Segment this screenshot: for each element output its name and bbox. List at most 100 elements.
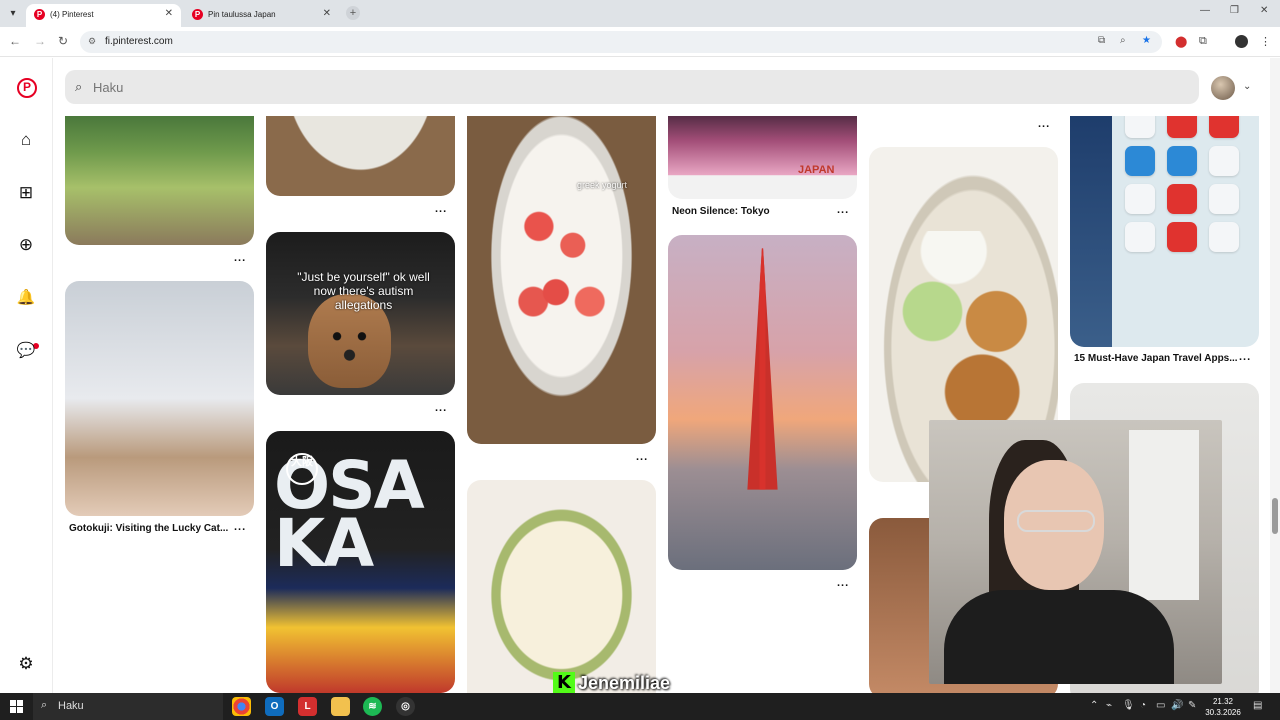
pin-more-button[interactable]: ... [1038,118,1050,130]
windows-taskbar: ⌕ Haku O L ≋ ◎ ⌃ ⌁ 🎙 ◔ ▭ 🔊 ✎ 21.32 30.3.… [0,693,1280,720]
background-fridge [1129,430,1199,600]
opera-extension-icon[interactable]: ⬤ [1175,35,1187,48]
pin-more-button[interactable]: ... [837,204,849,216]
browser-tab-bar: ▾ P (4) Pinterest ✕ P Pin taulussa Japan… [0,0,1280,27]
tray-mic-icon[interactable]: 🎙 [1122,700,1135,711]
search-input[interactable] [93,76,1183,98]
outlook-icon[interactable]: O [265,697,284,716]
streamer-name: Jenemiliae [578,673,671,693]
pin-japan-apps[interactable] [1070,116,1259,347]
notifications-bell-icon[interactable]: 🔔 [15,287,37,309]
tab-close-icon[interactable]: ✕ [165,8,173,19]
settings-gear-icon[interactable]: ⚙ [15,653,37,675]
app-icon-grid [1124,116,1249,252]
file-explorer-icon[interactable] [331,697,350,716]
tray-chevron-icon[interactable]: ⌃ [1090,700,1098,711]
pinterest-logo-icon[interactable]: P [17,78,37,98]
tray-pen-icon[interactable]: ✎ [1188,700,1196,711]
pin-lucky-cats[interactable] [65,281,254,516]
pin-tokyo-tower[interactable] [668,235,857,570]
pinterest-favicon-icon: P [192,9,203,20]
tray-wifi-icon[interactable]: ◔ [1140,700,1146,711]
taskbar-search-label: Haku [58,700,84,712]
site-info-icon[interactable]: ⚙ [88,36,96,47]
pin-asparagus-salmon[interactable] [467,480,656,693]
search-icon: ⌕ [75,79,83,94]
messages-icon[interactable]: 💬 [15,340,37,362]
browser-profile-avatar[interactable] [1235,35,1248,48]
pin-japan-poster[interactable]: JAPAN [668,116,857,199]
taskbar-search[interactable]: ⌕ Haku [33,693,223,720]
lastpass-icon[interactable]: L [298,697,317,716]
address-toolbar: ← → ↻ ⚙ fi.pinterest.com ⧉ ⌕ ★ ⬤ ⧉ ⋮ [0,27,1280,57]
overlay-greek-yogurt: greek yogurt [577,180,628,190]
pin-dog-meme[interactable]: "Just be yourself" ok well now there's a… [266,232,455,395]
search-bar[interactable]: ⌕ [65,70,1199,104]
clock-time: 21.32 [1212,697,1234,706]
tray-monitor-icon[interactable]: ▭ [1156,700,1165,711]
close-window-button[interactable]: ✕ [1260,5,1268,16]
explore-icon[interactable]: ⊞ [15,182,37,204]
map-preview [1070,116,1112,347]
browser-menu-icon[interactable]: ⋮ [1260,35,1271,48]
bookmark-star-icon[interactable]: ★ [1142,35,1151,46]
new-tab-button[interactable]: + [346,6,360,20]
zoom-icon[interactable]: ⌕ [1120,35,1126,46]
forward-arrow-icon[interactable]: → [34,34,46,48]
pinterest-sidebar: P ⌂ ⊞ ⊕ 🔔 💬 ⚙ [0,58,53,693]
tray-volume-icon[interactable]: 🔊 [1171,700,1183,711]
pin-more-button[interactable]: ... [1239,351,1251,363]
chevron-down-icon[interactable]: ⌄ [1243,81,1251,92]
pin-more-button[interactable]: ... [435,402,447,414]
home-icon[interactable]: ⌂ [15,129,37,151]
search-icon: ⌕ [41,699,48,711]
obs-icon[interactable]: ◎ [396,697,415,716]
streamer-glasses [1017,510,1095,532]
minimize-button[interactable]: — [1200,5,1210,16]
pin-breakfast-bowl[interactable] [266,116,455,196]
pin-more-button[interactable]: ... [636,451,648,463]
pin-grapefruit-yogurt[interactable]: greek yogurt [467,116,656,444]
tab-title: (4) Pinterest [50,10,94,19]
create-icon[interactable]: ⊕ [15,234,37,256]
pin-title-japan-apps[interactable]: 15 Must-Have Japan Travel Apps... [1074,353,1238,364]
osaka-kanji-badge: 大阪 [286,453,318,485]
streamer-shirt [944,590,1174,684]
url-omnibox[interactable]: ⚙ fi.pinterest.com ⧉ ⌕ ★ [80,31,1162,53]
chrome-icon[interactable] [232,697,251,716]
extensions-puzzle-icon[interactable]: ⧉ [1199,35,1207,48]
reload-icon[interactable]: ↻ [58,34,68,48]
tab-close-icon[interactable]: ✕ [323,8,331,19]
page-scrollbar[interactable] [1270,58,1280,693]
windows-start-icon[interactable] [10,700,23,713]
back-arrow-icon[interactable]: ← [9,34,21,48]
user-avatar[interactable] [1211,76,1235,100]
tokyo-tower-shape [747,248,778,490]
pin-osaka-poster[interactable]: OSA KA 大阪 [266,431,455,693]
tab-pin-japan[interactable]: P Pin taulussa Japan ✕ [184,4,339,27]
clock-date: 30.3.2026 [1205,708,1241,717]
install-app-icon[interactable]: ⧉ [1098,35,1105,46]
pinterest-favicon-icon: P [34,9,45,20]
pin-more-button[interactable]: ... [435,203,447,215]
scrollbar-thumb[interactable] [1272,498,1278,534]
pin-title-gotokuji[interactable]: Gotokuji: Visiting the Lucky Cat... [69,523,228,534]
pin-train-tracks[interactable] [65,116,254,245]
tab-title: Pin taulussa Japan [208,10,276,19]
tray-network-icon[interactable]: ⌁ [1106,700,1112,711]
notification-center-icon[interactable]: ▤ [1253,700,1262,711]
tab-pinterest[interactable]: P (4) Pinterest ✕ [26,4,181,27]
pin-more-button[interactable]: ... [234,252,246,264]
taskbar-clock[interactable]: 21.32 30.3.2026 [1203,696,1243,718]
kick-logo-icon: K [553,672,575,694]
pin-more-button[interactable]: ... [234,521,246,533]
restore-button[interactable]: ❐ [1230,5,1239,16]
webcam-overlay [929,420,1222,684]
tab-search-menu-button[interactable]: ▾ [4,5,22,23]
url-text[interactable]: fi.pinterest.com [105,36,173,47]
pin-more-button[interactable]: ... [837,577,849,589]
meme-caption: "Just be yourself" ok well now there's a… [297,270,430,312]
japan-poster-label: JAPAN [798,164,835,176]
pin-title-tokyo[interactable]: Neon Silence: Tokyo [672,206,770,217]
spotify-icon[interactable]: ≋ [363,697,382,716]
